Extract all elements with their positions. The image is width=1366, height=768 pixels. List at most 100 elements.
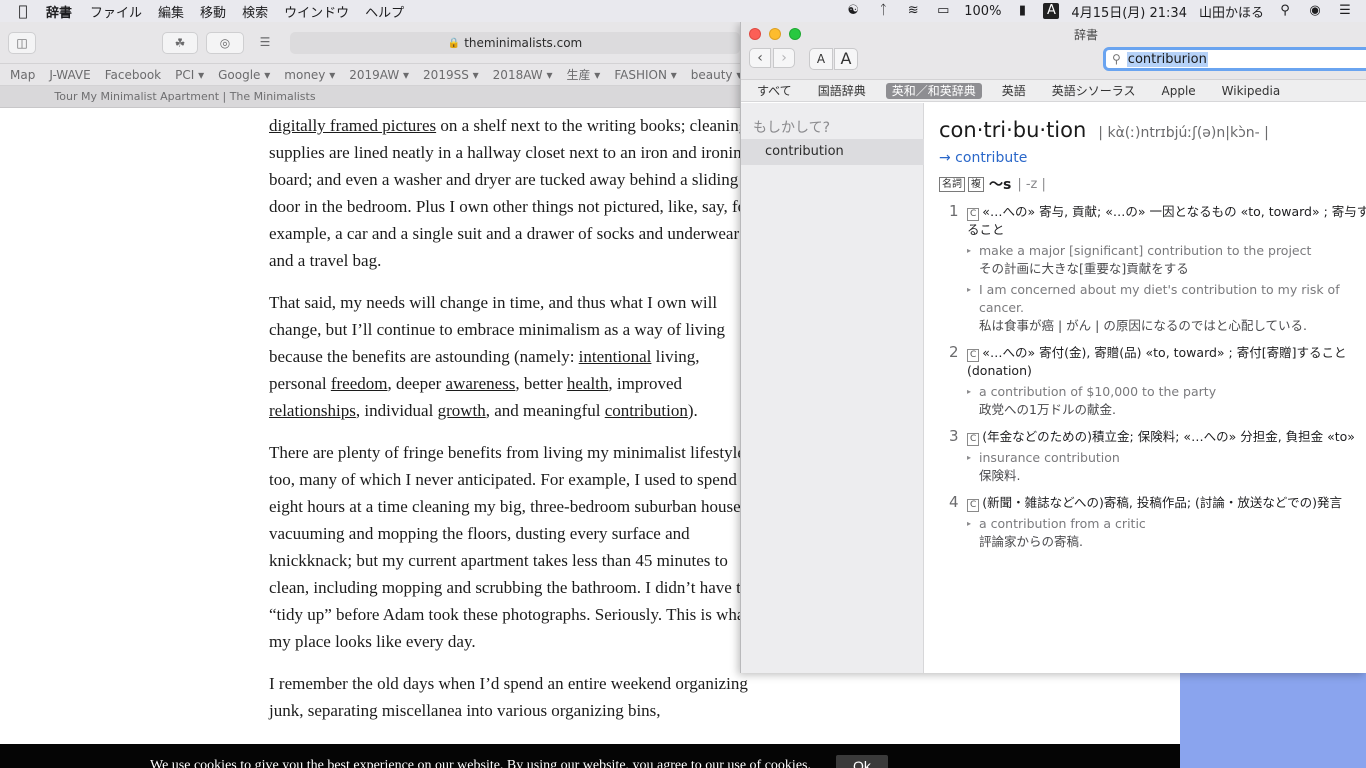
reader-extension-button[interactable]: ◎ [206, 32, 244, 54]
search-value: contriburion [1126, 51, 1208, 67]
bookmark-google[interactable]: Google ▾ [218, 68, 270, 82]
cookie-banner: We use cookies to give you the best expe… [0, 744, 1180, 768]
link-growth[interactable]: growth [438, 401, 486, 420]
extension-button[interactable]: ☘ [162, 32, 198, 54]
link-health[interactable]: health [567, 374, 609, 393]
reader-icon: ☰ [259, 35, 271, 49]
dictionary-category-bar: すべて 国語辞典 英和／和英辞典 英語 英語シソーラス Apple Wikipe… [741, 80, 1366, 102]
creative-cloud-icon[interactable]: ☯ [844, 4, 862, 18]
sense-definition: C «…への» 寄与, 貢献; «…の» 一因となるもの «to, toward»… [967, 204, 1366, 237]
bookmark-map[interactable]: Map [10, 68, 35, 82]
menu-search[interactable]: 検索 [242, 2, 268, 21]
extension-icon: ☘ [174, 36, 186, 50]
url-text: theminimalists.com [464, 36, 583, 50]
countable-icon: C [967, 349, 980, 362]
bookmark-2019aw[interactable]: 2019AW ▾ [349, 68, 409, 82]
sidebar-icon: ◫ [16, 36, 28, 50]
sense-number: 1 [949, 202, 959, 220]
input-method-icon[interactable]: A [1043, 3, 1060, 19]
dictionary-search-input[interactable]: ⚲ contriburion [1103, 47, 1366, 71]
suggestion-heading: もしかして? [753, 120, 831, 136]
link-digitally-framed-pictures[interactable]: digitally framed pictures [269, 116, 436, 135]
bookmark-2019ss[interactable]: 2019SS ▾ [423, 68, 479, 82]
link-awareness[interactable]: awareness [446, 374, 516, 393]
category-wikipedia[interactable]: Wikipedia [1216, 83, 1287, 99]
pronunciation: | kὰ(ː)ntrɪbjúːʃ(ə)n|kɔ̀n- | [1098, 125, 1269, 141]
siri-icon[interactable]: ◉ [1306, 4, 1324, 18]
inflection-pron: | -z | [1017, 176, 1046, 192]
bookmark-production[interactable]: 生産 ▾ [566, 66, 600, 83]
menu-file[interactable]: ファイル [90, 2, 142, 21]
link-intentional[interactable]: intentional [579, 347, 652, 366]
suggestion-item[interactable]: contribution [741, 139, 924, 165]
dictionary-window: 辞書 ‹ › A A ⚲ contriburion すべて 国語辞典 英和／和英… [740, 22, 1366, 673]
bookmark-fashion[interactable]: FASHION ▾ [614, 68, 676, 82]
menu-help[interactable]: ヘルプ [365, 2, 404, 21]
reader-view-button[interactable]: ☰ [252, 32, 278, 54]
link-relationships[interactable]: relationships [269, 401, 356, 420]
user-name[interactable]: 山田かほる [1199, 2, 1264, 21]
sidebar-toggle-button[interactable]: ◫ [8, 32, 36, 54]
bookmark-money[interactable]: money ▾ [284, 68, 335, 82]
menu-window[interactable]: ウインドウ [284, 2, 349, 21]
font-larger-button[interactable]: A [834, 48, 858, 70]
bookmark-jwave[interactable]: J-WAVE [49, 68, 90, 82]
battery-percent[interactable]: 100% [964, 4, 1001, 19]
spotlight-search-icon[interactable]: ⚲ [1276, 4, 1294, 18]
category-english-japanese[interactable]: 英和／和英辞典 [885, 82, 982, 99]
cross-reference-link[interactable]: → contribute [939, 150, 1366, 166]
notification-center-icon[interactable]: ☰ [1336, 4, 1354, 18]
font-smaller-button[interactable]: A [809, 48, 833, 70]
bluetooth-icon[interactable]: ᛏ [874, 4, 892, 18]
example: I am concerned about my diet's contribut… [967, 281, 1366, 335]
battery-icon[interactable]: ▮ [1013, 4, 1031, 18]
chevron-left-icon: ‹ [757, 50, 763, 66]
clock[interactable]: 4月15日(月) 21:34 [1071, 2, 1187, 21]
menu-app-name[interactable]: 辞書 [46, 2, 72, 21]
menu-edit[interactable]: 編集 [158, 2, 184, 21]
countable-icon: C [967, 499, 980, 512]
sense-number: 2 [949, 343, 959, 361]
link-contribution[interactable]: contribution [605, 401, 688, 420]
bookmark-beauty[interactable]: beauty ▾ [691, 68, 743, 82]
cookie-ok-button[interactable]: Ok [836, 755, 888, 768]
airplay-icon[interactable]: ▭ [934, 4, 952, 18]
search-icon: ⚲ [1112, 52, 1121, 66]
bookmark-facebook[interactable]: Facebook [105, 68, 161, 82]
category-english[interactable]: 英語 [996, 83, 1032, 99]
sense-number: 4 [949, 493, 959, 511]
article-paragraph-2: That said, my needs will change in time,… [269, 293, 726, 420]
bookmark-pci[interactable]: PCI ▾ [175, 68, 204, 82]
category-japanese[interactable]: 国語辞典 [812, 83, 872, 99]
apple-menu-icon[interactable]:  [0, 2, 46, 20]
wifi-icon[interactable]: ≋ [904, 4, 922, 18]
tab-current-page[interactable]: Tour My Minimalist Apartment | The Minim… [0, 86, 370, 108]
forward-button[interactable]: › [773, 48, 795, 68]
status-area: ☯ ᛏ ≋ ▭ 100% ▮ A 4月15日(月) 21:34 山田かほる ⚲ … [844, 0, 1366, 22]
article-paragraph-4: I remember the old days when I’d spend a… [269, 674, 748, 720]
cookie-message: We use cookies to give you the best expe… [150, 758, 811, 768]
inflection: 〜s [989, 177, 1012, 193]
sense-definition: C «…への» 寄付(金), 寄贈(品) «to, toward» ; 寄付[寄贈… [967, 345, 1347, 378]
address-bar[interactable]: 🔒 theminimalists.com [290, 32, 740, 54]
sense-number: 3 [949, 427, 959, 445]
back-button[interactable]: ‹ [749, 48, 771, 68]
menu-go[interactable]: 移動 [200, 2, 226, 21]
menu-bar:  辞書 ファイル 編集 移動 検索 ウインドウ ヘルプ ☯ ᛏ ≋ ▭ 100… [0, 0, 1366, 22]
desktop-background [1180, 672, 1366, 768]
category-thesaurus[interactable]: 英語シソーラス [1046, 83, 1142, 99]
sense-4: 4 C(新聞・雑誌などへの)寄稿, 投稿作品; (討論・放送などでの)発言 a … [939, 493, 1366, 551]
headword: con·tri·bu·tion [939, 118, 1087, 142]
chevron-right-icon: › [781, 50, 787, 66]
bookmark-2018aw[interactable]: 2018AW ▾ [493, 68, 553, 82]
sense-definition: C (新聞・雑誌などへの)寄稿, 投稿作品; (討論・放送などでの)発言 [967, 494, 1366, 512]
link-freedom[interactable]: freedom [331, 374, 388, 393]
dictionary-titlebar: 辞書 ‹ › A A ⚲ contriburion [741, 22, 1366, 80]
dictionary-entry: con·tri·bu·tion | kὰ(ː)ntrɪbjúːʃ(ə)n|kɔ̀… [939, 118, 1366, 551]
category-apple[interactable]: Apple [1156, 83, 1202, 99]
category-all[interactable]: すべて [751, 83, 798, 99]
count-tag: 複 [968, 176, 984, 192]
example: make a major [significant] contribution … [967, 242, 1366, 278]
article-paragraph-3: There are plenty of fringe benefits from… [269, 443, 750, 651]
sense-definition: C (年金などのための)積立金; 保険料; «…への» 分担金, 負担金 «to» [967, 428, 1366, 446]
